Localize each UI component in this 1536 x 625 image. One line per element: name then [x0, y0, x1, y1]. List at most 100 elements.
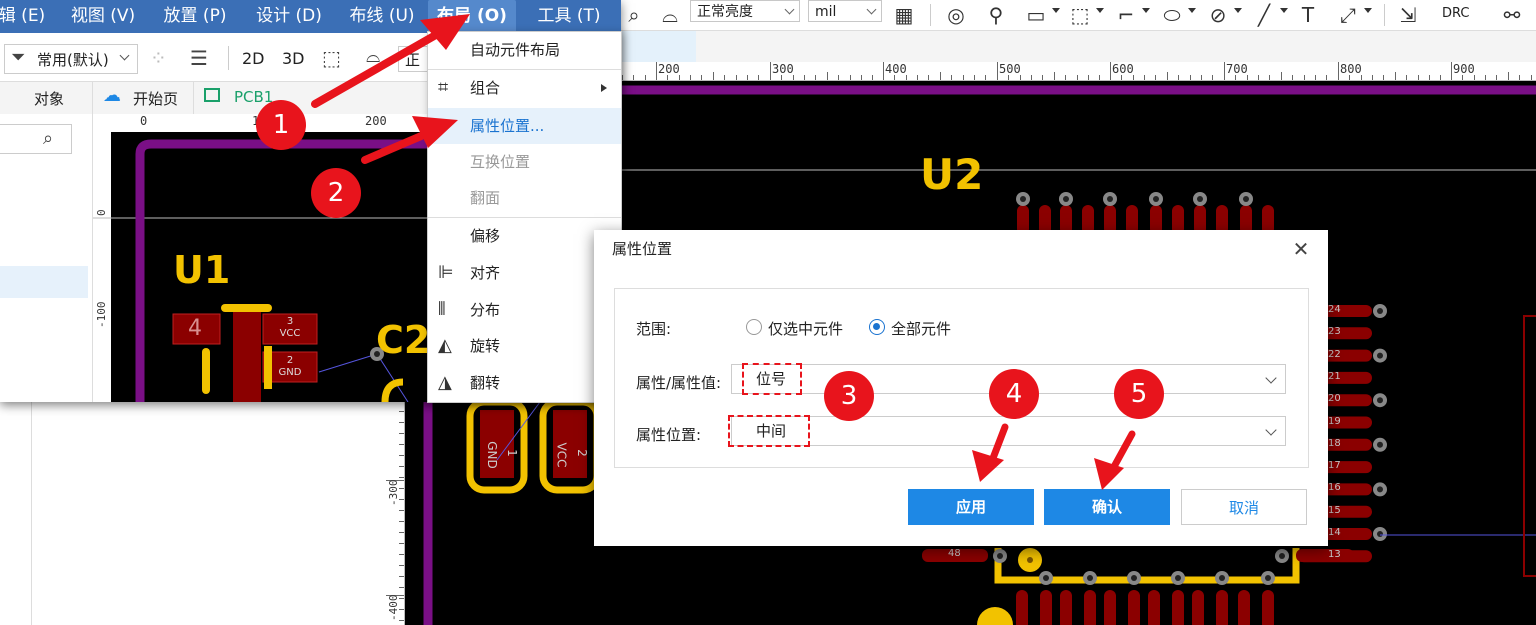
- route-node-icon[interactable]: ⚯: [1500, 3, 1524, 27]
- u2-designator[interactable]: U2: [920, 150, 983, 199]
- dialog-body: 范围: 仅选中元件 全部元件 属性/属性值: 位号 属性位置: 中间: [614, 288, 1309, 468]
- measure-icon[interactable]: ⤢: [1336, 3, 1360, 27]
- import-icon[interactable]: ⇲: [1396, 3, 1420, 27]
- brightness-icon-small[interactable]: ⌓: [366, 46, 380, 67]
- dropdown-item-2[interactable]: 属性位置...: [428, 108, 621, 144]
- tab-hover-area: [620, 31, 696, 62]
- ruler-label: 300: [772, 62, 794, 76]
- u2-pin-label: 23: [1328, 326, 1341, 338]
- filter-label: 常用(默认): [37, 51, 109, 69]
- u2-pin-label: 20: [1328, 393, 1341, 405]
- zoom-area-icon[interactable]: ⌕: [622, 3, 646, 27]
- no-circle-icon[interactable]: ⊘: [1206, 3, 1230, 27]
- grid-icon[interactable]: ▦: [892, 3, 916, 27]
- tab-object[interactable]: 对象: [0, 82, 93, 114]
- line-icon[interactable]: ╱: [1252, 3, 1276, 27]
- flip-icon: ◮: [438, 372, 452, 393]
- view-3d-button[interactable]: 3D: [282, 49, 305, 68]
- distribute-icon: ⫴: [438, 299, 446, 320]
- probe-icon[interactable]: ⚲: [984, 3, 1008, 27]
- dropdown-item-label: 偏移: [470, 227, 501, 245]
- ruler-label: 200: [658, 62, 680, 76]
- dropdown-item-label: 对齐: [470, 264, 501, 282]
- board-frame-icon[interactable]: ▭: [1024, 3, 1048, 27]
- dropdown-item-label: 分布: [470, 301, 501, 319]
- cap-pad-2-net: VCC: [554, 442, 569, 468]
- dropdown-item-6[interactable]: ⊫ 对齐: [428, 255, 621, 291]
- u2-pin-label: 24: [1328, 304, 1341, 315]
- ruler-label: 700: [1226, 62, 1248, 76]
- rounded-rect-icon[interactable]: ⬭: [1160, 3, 1184, 27]
- dropdown-item-label: 组合: [470, 79, 501, 97]
- tab-start-page[interactable]: ☁ 开始页: [93, 82, 194, 114]
- radio-selected-only[interactable]: [746, 319, 762, 335]
- radio-all-components-label[interactable]: 全部元件: [891, 318, 951, 339]
- list-search-icon[interactable]: ☰: [190, 46, 208, 70]
- radio-all-components[interactable]: [869, 319, 885, 335]
- top-ruler: 200 300 400 500 600 700 800 900: [620, 62, 1536, 81]
- cloud-icon: ☁: [103, 85, 121, 106]
- dropdown-item-label: 自动元件布局: [470, 41, 561, 59]
- attr-label: 属性/属性值:: [636, 374, 722, 392]
- position-select[interactable]: 中间: [731, 416, 1286, 446]
- pad-2-net: GND: [278, 367, 302, 378]
- menu-item-2[interactable]: 放置 (P): [155, 0, 235, 33]
- view-2d-button[interactable]: 2D: [242, 49, 265, 68]
- u2-pin-label: 17: [1328, 460, 1341, 472]
- dropdown-item-7[interactable]: ⫴ 分布: [428, 292, 621, 328]
- group-icon: ⌗: [438, 77, 449, 98]
- cap-pad-2-number: 2: [574, 449, 589, 457]
- pad-3-net: VCC: [279, 328, 301, 339]
- close-icon[interactable]: ✕: [1290, 238, 1312, 260]
- dropdown-item-4: 翻面: [428, 180, 621, 216]
- menu-item-1[interactable]: 视图 (V): [63, 0, 143, 33]
- dropdown-item-9[interactable]: ◮ 翻转: [428, 365, 621, 401]
- search-icon[interactable]: ⌕: [43, 128, 53, 149]
- select-region-icon[interactable]: ⬚: [1068, 3, 1092, 27]
- unit-select[interactable]: mil: [808, 0, 882, 22]
- brightness-icon[interactable]: ⌓: [658, 3, 682, 27]
- ruler-label: -300: [387, 479, 400, 507]
- dropdown-item-label: 互换位置: [470, 153, 531, 171]
- annotation-badge-4: 4: [989, 369, 1039, 419]
- dropdown-item-label: 属性位置...: [470, 117, 545, 135]
- target-icon[interactable]: ◎: [944, 3, 968, 27]
- dropdown-item-1[interactable]: ⌗ 组合: [428, 70, 621, 106]
- annotation-badge-3: 3: [824, 371, 874, 421]
- submenu-arrow-icon: [601, 84, 607, 92]
- menu-item-4[interactable]: 布线 (U): [342, 0, 422, 33]
- object-list-item-selected[interactable]: [0, 266, 88, 298]
- pad-4-label: 4: [188, 316, 202, 341]
- u1-designator[interactable]: U1: [173, 248, 230, 292]
- menu-item-5[interactable]: 布局 (O): [428, 0, 516, 33]
- polyline-icon[interactable]: ⌐: [1114, 3, 1138, 27]
- confirm-button[interactable]: 确认: [1044, 489, 1170, 525]
- grid-layout-icon[interactable]: ⁘: [150, 46, 167, 70]
- apply-button[interactable]: 应用: [908, 489, 1034, 525]
- text-icon[interactable]: T: [1296, 3, 1320, 27]
- unit-value: mil: [815, 4, 837, 20]
- u2-pin-label: 15: [1328, 504, 1341, 516]
- radio-selected-only-label[interactable]: 仅选中元件: [768, 318, 843, 339]
- menu-item-6[interactable]: 工具 (T): [531, 0, 607, 33]
- attr-value-highlight: [742, 363, 802, 395]
- dropdown-item-5[interactable]: 偏移: [428, 218, 621, 254]
- object-search-input[interactable]: ⌕: [0, 124, 72, 154]
- drc-button[interactable]: DRC: [1442, 2, 1469, 26]
- layout-dropdown-menu: 自动元件布局 ⌗ 组合属性位置... 互换位置翻面偏移 ⊫ 对齐 ⫴ 分布 ◭ 旋转 ◮ 翻转: [427, 31, 622, 403]
- menu-item-0[interactable]: 辑 (E): [0, 0, 52, 33]
- c2-designator[interactable]: C2: [376, 318, 430, 362]
- zoom-fit-icon[interactable]: ⬚: [322, 46, 341, 70]
- u2-pin-label: 19: [1328, 415, 1341, 427]
- filter-select[interactable]: ⏷ 常用(默认): [4, 44, 138, 74]
- menu-item-3[interactable]: 设计 (D): [249, 0, 329, 33]
- dropdown-item-8[interactable]: ◭ 旋转: [428, 328, 621, 364]
- truncated-select-value: 正: [405, 51, 421, 69]
- brightness-select[interactable]: 正常亮度: [690, 0, 800, 22]
- cancel-button[interactable]: 取消: [1181, 489, 1307, 525]
- left-panel-lower: [0, 400, 388, 625]
- dropdown-item-0[interactable]: 自动元件布局: [428, 32, 621, 68]
- filter-icon: ⏷: [11, 47, 26, 68]
- u2-pin-label: 13: [1328, 549, 1341, 561]
- range-label: 范围:: [636, 320, 672, 338]
